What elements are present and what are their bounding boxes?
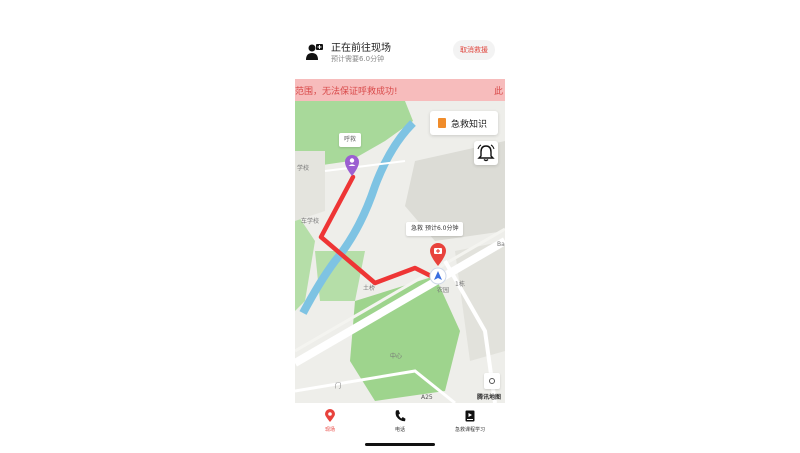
status-header: 正在前往现场 预计需要6.0分钟 取消救援 — [295, 30, 505, 74]
alarm-button[interactable] — [474, 141, 498, 165]
building-block-w — [295, 151, 325, 221]
map-place-label: 车学校 — [301, 218, 320, 225]
map-place-label: 学校 — [297, 165, 310, 172]
map-provider-logo: 腾讯地图 — [476, 394, 501, 401]
map-place-label: 农园 — [437, 287, 450, 294]
tab-scene[interactable]: 现场 — [295, 409, 365, 435]
warning-banner: 范围，无法保证呼救成功! 此 — [295, 79, 505, 101]
warning-text-tail: 此 — [493, 87, 503, 97]
eta-prefix: 急救 — [411, 225, 424, 232]
current-location-icon — [429, 267, 447, 285]
cancel-rescue-button[interactable]: 取消救援 — [453, 40, 495, 60]
rescuer-person-icon — [306, 44, 323, 60]
bell-icon — [477, 144, 495, 162]
eta-subtitle: 预计需要6.0分钟 — [331, 55, 385, 63]
home-indicator — [365, 443, 435, 446]
warning-text: 范围，无法保证呼救成功! — [295, 87, 398, 97]
tab-scene-label: 现场 — [324, 427, 335, 433]
tab-course-label: 急救课程学习 — [454, 427, 485, 433]
first-aid-knowledge-button[interactable]: 急救知识 — [430, 111, 498, 135]
map-scale-label: A25 — [421, 394, 433, 401]
phone-icon — [395, 410, 406, 422]
tab-phone[interactable]: 电话 — [365, 409, 435, 435]
tab-phone-label: 电话 — [394, 427, 405, 433]
map-place-label: 中心 — [390, 353, 403, 360]
map-place-label: 土桥 — [363, 285, 376, 292]
book-icon — [438, 118, 446, 128]
map-view[interactable]: 学校 车学校 中心 土桥 门 1栋 Ba 农园 急救知识 呼救 急救 预计6.0… — [295, 101, 505, 403]
phone-screen: 正在前往现场 预计需要6.0分钟 取消救援 范围，无法保证呼救成功! 此 学校 … — [295, 0, 505, 453]
caller-label: 呼救 — [339, 133, 362, 147]
tab-course[interactable]: 急救课程学习 — [435, 409, 505, 435]
book-video-icon — [465, 410, 475, 422]
map-place-label: 1栋 — [455, 281, 465, 288]
map-place-label: 门 — [335, 383, 342, 390]
location-pin-icon — [325, 409, 335, 422]
rescue-pin-icon[interactable] — [428, 241, 448, 267]
caller-pin-icon[interactable] — [343, 153, 361, 177]
eta-map-label: 急救 预计6.0分钟 — [406, 222, 464, 236]
locate-me-button[interactable] — [484, 373, 500, 389]
first-aid-knowledge-label: 急救知识 — [451, 120, 488, 130]
page-title: 正在前往现场 — [331, 43, 391, 54]
map-place-label: Ba — [497, 241, 505, 248]
eta-value: 预计6.0分钟 — [424, 225, 459, 232]
